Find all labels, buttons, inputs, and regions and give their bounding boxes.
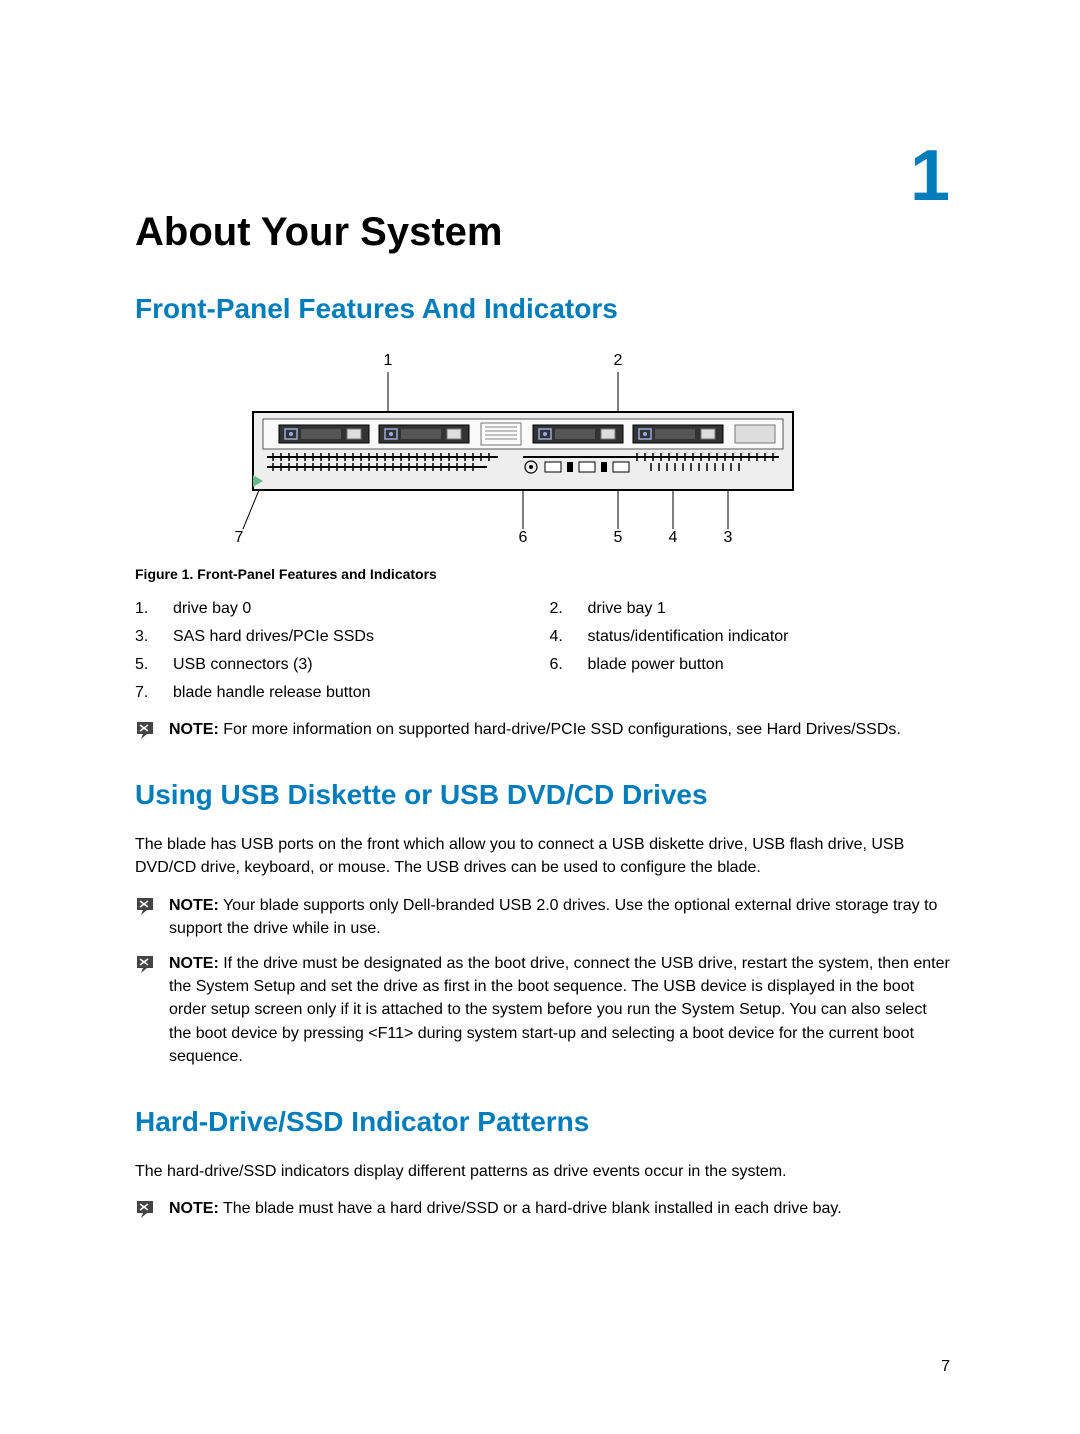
note-icon	[135, 1199, 155, 1219]
section-heading-hdd: Hard-Drive/SSD Indicator Patterns	[135, 1106, 950, 1138]
callout-num: 1.	[135, 600, 159, 618]
callout-text: drive bay 1	[588, 600, 951, 618]
note-text: NOTE: If the drive must be designated as…	[169, 952, 950, 1068]
callout-1: 1	[383, 352, 392, 369]
figure-front-panel: 1 2 3 4 5 6 7	[135, 347, 950, 552]
note-text: NOTE: The blade must have a hard drive/S…	[169, 1197, 842, 1220]
note-text: NOTE: For more information on supported …	[169, 718, 901, 741]
callout-num: 3.	[135, 628, 159, 646]
page-number: 7	[941, 1358, 950, 1376]
callout-4: 4	[668, 529, 677, 546]
callout-list: 1. drive bay 0 2. drive bay 1 3. SAS har…	[135, 600, 950, 702]
callout-num: 7.	[135, 684, 159, 702]
callout-num: 5.	[135, 656, 159, 674]
section-heading-front-panel: Front-Panel Features And Indicators	[135, 293, 950, 325]
callout-text: blade power button	[588, 656, 951, 674]
note-text: NOTE: Your blade supports only Dell-bran…	[169, 894, 950, 940]
note-icon	[135, 896, 155, 916]
figure-caption: Figure 1. Front-Panel Features and Indic…	[135, 566, 950, 582]
note-block: NOTE: If the drive must be designated as…	[135, 952, 950, 1068]
callout-num: 4.	[550, 628, 574, 646]
callout-5: 5	[613, 529, 622, 546]
callout-text: USB connectors (3)	[173, 656, 536, 674]
note-block: NOTE: For more information on supported …	[135, 718, 950, 741]
note-block: NOTE: The blade must have a hard drive/S…	[135, 1197, 950, 1220]
callout-6: 6	[518, 529, 527, 546]
callout-2: 2	[613, 352, 622, 369]
callout-7: 7	[234, 529, 243, 546]
callout-3: 3	[723, 529, 732, 546]
note-icon	[135, 720, 155, 740]
callout-text: status/identification indicator	[588, 628, 951, 646]
section-heading-usb: Using USB Diskette or USB DVD/CD Drives	[135, 779, 950, 811]
callout-text: blade handle release button	[173, 684, 536, 702]
page-title: About Your System	[135, 210, 950, 255]
callout-num: 6.	[550, 656, 574, 674]
note-block: NOTE: Your blade supports only Dell-bran…	[135, 894, 950, 940]
body-text: The blade has USB ports on the front whi…	[135, 833, 950, 879]
callout-text: SAS hard drives/PCIe SSDs	[173, 628, 536, 646]
callout-text: drive bay 0	[173, 600, 536, 618]
note-icon	[135, 954, 155, 974]
body-text: The hard-drive/SSD indicators display di…	[135, 1160, 950, 1183]
chapter-number: 1	[910, 140, 950, 212]
callout-num: 2.	[550, 600, 574, 618]
